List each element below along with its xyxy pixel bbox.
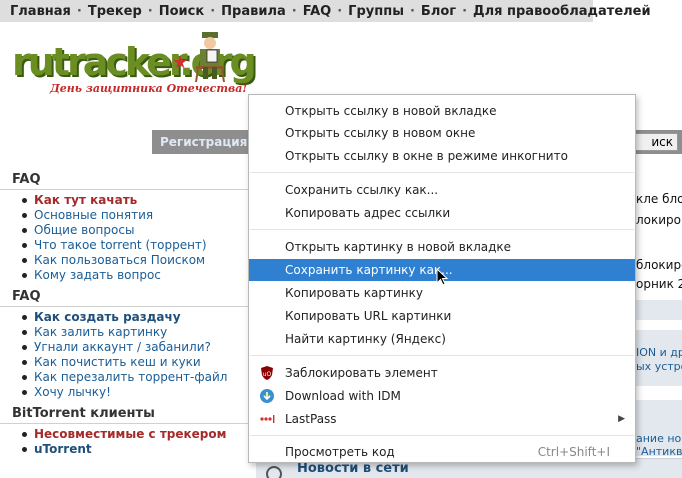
menu-item-open-link-incognito[interactable]: Открыть ссылку в окне в режиме инкогнито: [249, 145, 635, 167]
menu-item-label: Сохранить картинку как...: [285, 263, 453, 277]
sidebar-list: Несовместимые с трекером uTorrent: [0, 427, 250, 457]
idm-icon: [260, 389, 274, 403]
menu-separator: [250, 172, 634, 173]
nav-search[interactable]: Поиск: [159, 4, 204, 19]
menu-item-open-link-new-tab[interactable]: Открыть ссылку в новой вкладке: [249, 100, 635, 122]
menu-item-label: Открыть ссылку в новой вкладке: [285, 104, 497, 118]
sidebar-section-title: FAQ: [0, 289, 250, 307]
nav-separator: ·: [462, 3, 468, 19]
nav-separator: ·: [291, 3, 297, 19]
menu-item-label: Просмотреть код: [285, 445, 395, 459]
menu-item-label: Копировать адрес ссылки: [285, 206, 451, 220]
menu-item-label: Открыть ссылку в окне в режиме инкогнито: [285, 149, 568, 163]
sidebar-link-general-questions[interactable]: Общие вопросы: [20, 223, 250, 238]
menu-item-label: Копировать URL картинки: [285, 309, 452, 323]
sidebar-list: Как тут качать Основные понятия Общие во…: [0, 193, 250, 283]
top-navigation: Главная · Трекер · Поиск · Правила · FAQ…: [0, 0, 651, 22]
news-title[interactable]: Новости в сети: [297, 461, 409, 476]
menu-separator: [250, 229, 634, 230]
mouse-cursor-icon: [436, 268, 449, 286]
site-logo[interactable]: rutracker.org ★ День защитника Отечества…: [10, 30, 260, 102]
sidebar-link-search-howto[interactable]: Как пользоваться Поиском: [20, 253, 250, 268]
menu-item-search-image-yandex[interactable]: Найти картинку (Яндекс): [249, 328, 635, 350]
sidebar-link-clear-cache[interactable]: Как почистить кеш и куки: [20, 355, 250, 370]
content-fragment: орник 2: [636, 277, 682, 291]
menu-item-shortcut: Ctrl+Shift+I: [537, 445, 610, 459]
lastpass-icon: [260, 415, 275, 423]
menu-item-open-link-new-window[interactable]: Открыть ссылку в новом окне: [249, 122, 635, 144]
sidebar: FAQ Как тут качать Основные понятия Общи…: [0, 172, 250, 463]
sidebar-link-incompatible-clients[interactable]: Несовместимые с трекером: [20, 427, 250, 442]
register-link[interactable]: Регистрация: [152, 135, 247, 149]
nav-faq[interactable]: FAQ: [303, 4, 332, 19]
content-link[interactable]: ых устро: [636, 360, 682, 373]
svg-text:uO: uO: [263, 371, 272, 378]
sidebar-link-how-to-download[interactable]: Как тут качать: [20, 193, 250, 208]
menu-item-block-element[interactable]: uO Заблокировать элемент: [249, 362, 635, 384]
menu-item-label: Заблокировать элемент: [285, 366, 438, 380]
nav-rules[interactable]: Правила: [221, 4, 286, 19]
sidebar-link-who-to-ask[interactable]: Кому задать вопрос: [20, 268, 250, 283]
content-fragment: локирова: [636, 213, 682, 227]
ublock-icon: uO: [261, 366, 273, 380]
nav-separator: ·: [210, 3, 216, 19]
search-button[interactable]: иск: [630, 133, 678, 151]
menu-item-save-link-as[interactable]: Сохранить ссылку как...: [249, 179, 635, 201]
nav-copyright-holders[interactable]: Для правообладателей: [473, 4, 651, 19]
nav-home[interactable]: Главная: [10, 4, 71, 19]
menu-item-download-idm[interactable]: Download with IDM: [249, 385, 635, 407]
menu-separator: [250, 435, 634, 436]
sidebar-link-create-release[interactable]: Как создать раздачу: [20, 310, 250, 325]
menu-item-label: Открыть ссылку в новом окне: [285, 126, 476, 140]
menu-item-label: Сохранить ссылку как...: [285, 183, 439, 197]
nav-groups[interactable]: Группы: [348, 4, 404, 19]
content-fragment: кле блок: [636, 192, 682, 206]
content-fragment: блокиро: [636, 258, 682, 272]
sidebar-list: Как создать раздачу Как залить картинку …: [0, 310, 250, 400]
sidebar-link-want-badge[interactable]: Хочу лычку!: [20, 385, 250, 400]
menu-item-label: LastPass: [285, 412, 337, 426]
submenu-arrow-icon: ▶: [618, 414, 625, 424]
menu-item-label: Открыть картинку в новой вкладке: [285, 240, 512, 254]
sidebar-link-account-stolen[interactable]: Угнали аккаунт / забанили?: [20, 340, 250, 355]
soldier-icon: [195, 32, 225, 82]
nav-separator: ·: [409, 3, 415, 19]
content-panel: [630, 300, 682, 320]
menu-item-label: Копировать картинку: [285, 286, 423, 300]
logo-subtitle: День защитника Отечества!: [50, 82, 248, 95]
sidebar-link-reupload-torrent[interactable]: Как перезалить торрент-файл: [20, 370, 250, 385]
nav-blog[interactable]: Блог: [421, 4, 456, 19]
nav-separator: ·: [147, 3, 153, 19]
star-icon: ★: [172, 52, 189, 73]
sidebar-link-what-is-torrent[interactable]: Что такое torrent (торрент): [20, 238, 250, 253]
menu-item-copy-image-url[interactable]: Копировать URL картинки: [249, 305, 635, 327]
content-link[interactable]: ION и др: [636, 346, 682, 359]
sidebar-link-basics[interactable]: Основные понятия: [20, 208, 250, 223]
menu-item-label: Найти картинку (Яндекс): [285, 332, 446, 346]
sidebar-link-utorrent[interactable]: uTorrent: [20, 442, 250, 457]
nav-tracker[interactable]: Трекер: [88, 4, 142, 19]
sidebar-section-title: FAQ: [0, 172, 250, 190]
sidebar-section-title: BitTorrent клиенты: [0, 406, 250, 424]
news-icon: [266, 466, 282, 478]
menu-item-inspect[interactable]: Просмотреть код Ctrl+Shift+I: [249, 441, 635, 463]
menu-item-lastpass[interactable]: LastPass ▶: [249, 408, 635, 430]
menu-separator: [250, 355, 634, 356]
menu-item-open-image-new-tab[interactable]: Открыть картинку в новой вкладке: [249, 236, 635, 258]
nav-separator: ·: [76, 3, 82, 19]
sidebar-link-upload-image[interactable]: Как залить картинку: [20, 325, 250, 340]
menu-item-label: Download with IDM: [285, 389, 401, 403]
content-link[interactable]: "Антикв: [636, 445, 682, 458]
menu-item-copy-link-address[interactable]: Копировать адрес ссылки: [249, 202, 635, 224]
content-link[interactable]: ание ново: [636, 432, 682, 445]
nav-separator: ·: [337, 3, 343, 19]
